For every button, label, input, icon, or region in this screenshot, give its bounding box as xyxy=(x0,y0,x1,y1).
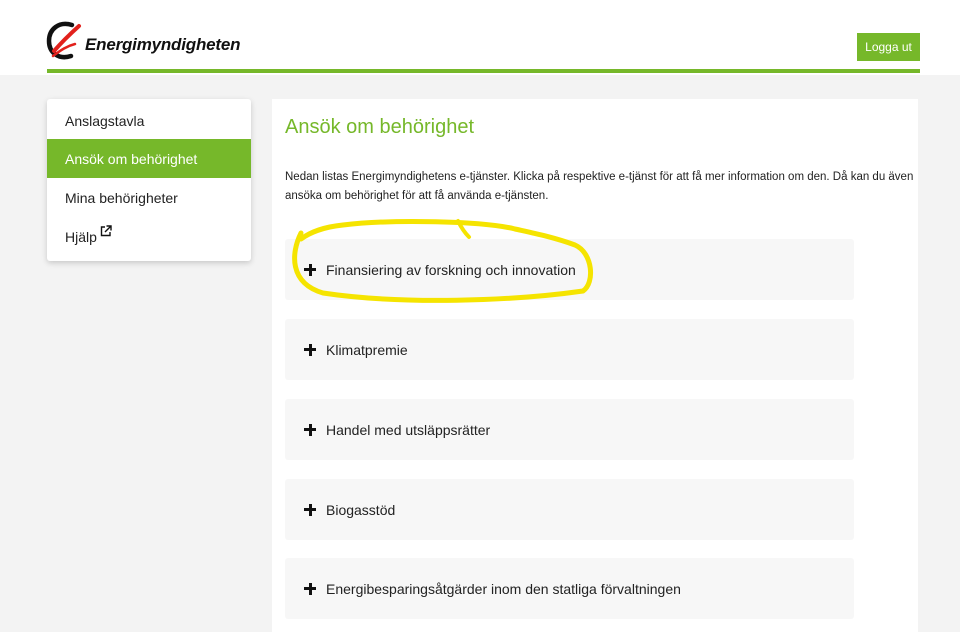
accordion-biogasstod[interactable]: Biogasstöd xyxy=(285,479,854,540)
sidebar-item-label: Mina behörigheter xyxy=(65,189,178,206)
accordion-label: Klimatpremie xyxy=(326,341,408,358)
sidebar-item-label: Anslagstavla xyxy=(65,112,145,129)
energimyndigheten-logo[interactable]: Energimyndigheten xyxy=(45,16,245,66)
accordion-finansiering[interactable]: Finansiering av forskning och innovation xyxy=(285,239,854,300)
page-title: Ansök om behörighet xyxy=(285,116,475,138)
plus-icon xyxy=(304,343,316,356)
plus-icon xyxy=(304,263,316,276)
external-link-icon xyxy=(100,224,112,240)
accordion-label: Handel med utsläppsrätter xyxy=(326,421,491,438)
intro-text: Nedan listas Energimyndighetens e-tjänst… xyxy=(285,171,914,202)
header-divider xyxy=(47,69,920,73)
header: Energimyndigheten Logga ut xyxy=(0,0,960,75)
accordion-handel-med-utslappsratter[interactable]: Handel med utsläppsrätter xyxy=(285,399,854,460)
sidebar: Anslagstavla Ansök om behörighet Mina be… xyxy=(47,99,251,261)
plus-icon xyxy=(304,582,316,595)
sidebar-item-ansok-om-behorighet[interactable]: Ansök om behörighet xyxy=(47,139,251,178)
sidebar-item-label: Hjälp xyxy=(65,228,97,245)
sidebar-item-anslagstavla[interactable]: Anslagstavla xyxy=(47,101,251,140)
accordion-label: Biogasstöd xyxy=(326,501,396,518)
accordion-label: Energibesparingsåtgärder inom den statli… xyxy=(326,580,681,597)
accordion-label: Finansiering av forskning och innovation xyxy=(326,261,576,278)
logo-text: Energimyndigheten xyxy=(85,35,241,54)
sidebar-item-label: Ansök om behörighet xyxy=(65,150,198,167)
logout-button[interactable]: Logga ut xyxy=(857,33,920,61)
sidebar-item-hjalp[interactable]: Hjälp xyxy=(47,217,251,256)
plus-icon xyxy=(304,503,316,516)
logo-swoosh-icon xyxy=(46,21,81,60)
plus-icon xyxy=(304,423,316,436)
accordion-klimatpremie[interactable]: Klimatpremie xyxy=(285,319,854,380)
accordion-energibesparingsatgarder[interactable]: Energibesparingsåtgärder inom den statli… xyxy=(285,558,854,619)
sidebar-item-mina-behorigheter[interactable]: Mina behörigheter xyxy=(47,178,251,217)
